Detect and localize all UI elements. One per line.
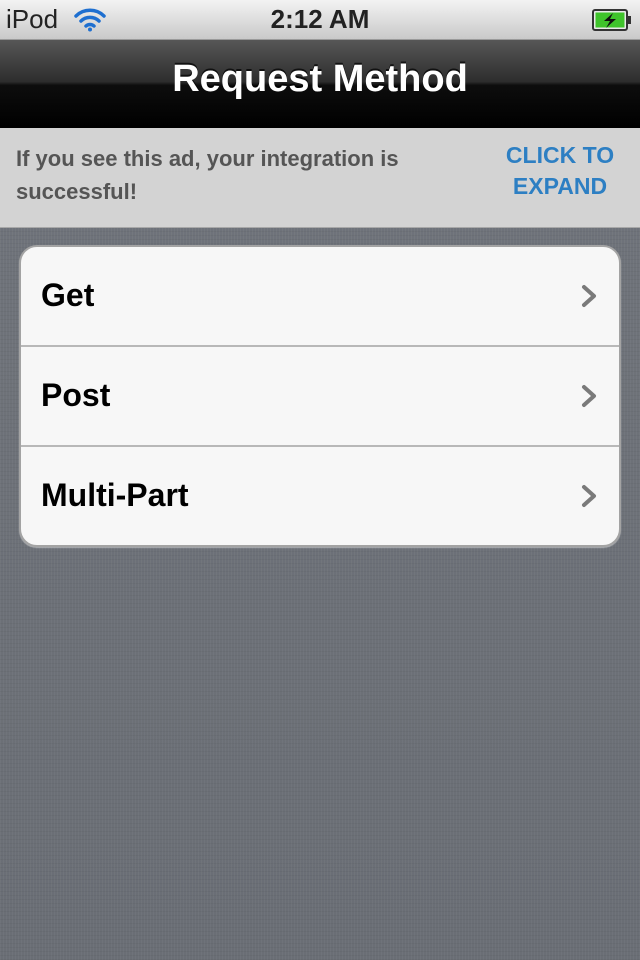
row-label: Post bbox=[41, 377, 111, 413]
ad-banner[interactable]: If you see this ad, your integration is … bbox=[0, 128, 640, 228]
row-label: Get bbox=[41, 277, 95, 313]
table-row-get[interactable]: Get bbox=[21, 247, 619, 347]
status-time: 2:12 AM bbox=[270, 4, 370, 34]
request-method-table: Get Post Multi-Part bbox=[19, 245, 621, 547]
chevron-right-icon bbox=[582, 485, 596, 507]
table-row-multi-part[interactable]: Multi-Part bbox=[21, 447, 619, 545]
row-label: Multi-Part bbox=[41, 477, 189, 513]
status-bar: iPod 2:12 AM bbox=[0, 0, 640, 40]
chevron-right-icon bbox=[582, 285, 596, 307]
ad-message: If you see this ad, your integration is … bbox=[16, 146, 399, 204]
page-title: Request Method bbox=[172, 58, 468, 100]
table-row-post[interactable]: Post bbox=[21, 347, 619, 447]
battery-charging-icon bbox=[592, 9, 631, 31]
chevron-right-icon bbox=[582, 385, 596, 407]
navigation-bar: Request Method bbox=[0, 40, 640, 128]
ad-expand-button[interactable]: CLICK TO EXPAND bbox=[500, 140, 620, 202]
